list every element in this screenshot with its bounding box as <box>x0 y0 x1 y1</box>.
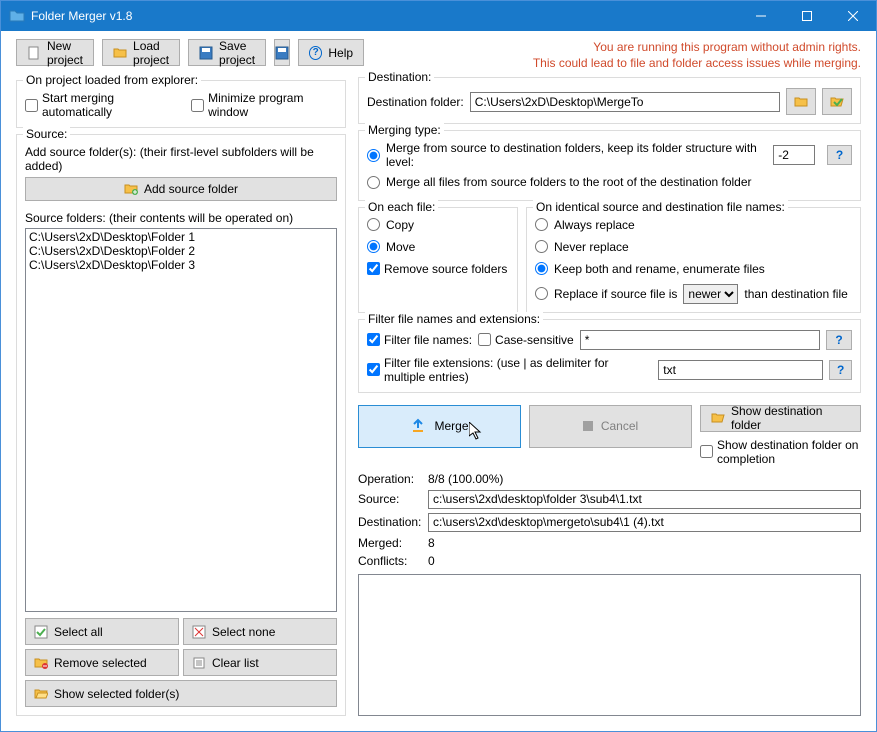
window-title: Folder Merger v1.8 <box>31 9 132 23</box>
folder-add-icon <box>124 182 138 196</box>
source-list-label: Source folders: (their contents will be … <box>25 211 337 225</box>
select-none-button[interactable]: Select none <box>183 618 337 645</box>
filter-ext-checkbox[interactable]: Filter file extensions: (use | as delimi… <box>367 356 652 384</box>
remove-selected-button[interactable]: Remove selected <box>25 649 179 676</box>
filter-names-help-button[interactable]: ? <box>826 330 852 350</box>
dest-folder-input[interactable] <box>470 92 780 112</box>
merged-label: Merged: <box>358 536 428 550</box>
admin-warning: You are running this program without adm… <box>358 39 861 71</box>
list-item[interactable]: C:\Users\2xD\Desktop\Folder 3 <box>27 258 335 272</box>
source-value <box>428 490 861 509</box>
cursor-icon <box>469 422 485 442</box>
show-dest-folder-button[interactable]: Show destination folder <box>700 405 861 432</box>
onload-group: On project loaded from explorer: Start m… <box>16 80 346 128</box>
select-none-icon <box>192 625 206 639</box>
merge-button[interactable]: Merge <box>358 405 521 448</box>
list-item[interactable]: C:\Users\2xD\Desktop\Folder 1 <box>27 230 335 244</box>
filter-names-checkbox[interactable]: Filter file names: <box>367 333 472 347</box>
folder-open-icon <box>711 411 725 425</box>
move-radio[interactable]: Move <box>367 240 415 254</box>
keep-both-radio[interactable]: Keep both and rename, enumerate files <box>535 262 765 276</box>
log-output[interactable] <box>358 574 861 716</box>
remove-source-checkbox[interactable]: Remove source folders <box>367 262 507 276</box>
identical-names-group: On identical source and destination file… <box>526 207 861 313</box>
select-all-button[interactable]: Select all <box>25 618 179 645</box>
always-replace-radio[interactable]: Always replace <box>535 218 635 232</box>
help-button[interactable]: ? Help <box>298 39 364 66</box>
clear-icon <box>192 656 206 670</box>
source-label: Source: <box>358 492 428 506</box>
never-replace-radio[interactable]: Never replace <box>535 240 629 254</box>
add-source-folder-button[interactable]: Add source folder <box>25 177 337 201</box>
maximize-button[interactable] <box>784 1 830 31</box>
destination-group: Destination: Destination folder: <box>358 77 861 124</box>
open-dest-button[interactable] <box>822 88 852 115</box>
browse-dest-button[interactable] <box>786 88 816 115</box>
merge-to-root-radio[interactable]: Merge all files from source folders to t… <box>367 175 752 189</box>
show-on-completion-checkbox[interactable]: Show destination folder on completion <box>700 438 861 466</box>
select-all-icon <box>34 625 48 639</box>
start-auto-checkbox[interactable]: Start merging automatically <box>25 91 177 119</box>
save-icon <box>199 46 213 60</box>
dest-folder-label: Destination folder: <box>367 95 464 109</box>
folder-open-icon <box>34 687 48 701</box>
load-project-button[interactable]: Load project <box>102 39 180 66</box>
minimize-window-checkbox[interactable]: Minimize program window <box>191 91 337 119</box>
help-icon: ? <box>309 46 322 60</box>
new-project-button[interactable]: New project <box>16 39 94 66</box>
add-source-hint: Add source folder(s): (their first-level… <box>25 145 337 173</box>
save-unnamed-button[interactable] <box>274 39 290 66</box>
stop-icon <box>583 421 593 431</box>
merge-keep-structure-radio[interactable]: Merge from source to destination folders… <box>367 141 767 169</box>
dest-value <box>428 513 861 532</box>
compare-select[interactable]: newer <box>683 284 738 304</box>
structure-level-input[interactable] <box>773 145 815 165</box>
filter-group: Filter file names and extensions: Filter… <box>358 319 861 393</box>
minimize-button[interactable] <box>738 1 784 31</box>
source-group: Source: Add source folder(s): (their fir… <box>16 134 346 716</box>
operation-label: Operation: <box>358 472 428 486</box>
cancel-button[interactable]: Cancel <box>529 405 692 448</box>
merged-value: 8 <box>428 536 861 550</box>
on-each-file-group: On each file: Copy Move Remove source fo… <box>358 207 518 313</box>
operation-value: 8/8 (100.00%) <box>428 472 861 486</box>
merge-icon <box>410 418 426 434</box>
filter-ext-help-button[interactable]: ? <box>829 360 852 380</box>
merge-type-group: Merging type: Merge from source to desti… <box>358 130 861 201</box>
show-selected-folders-button[interactable]: Show selected folder(s) <box>25 680 337 707</box>
close-button[interactable] <box>830 1 876 31</box>
source-folders-list[interactable]: C:\Users\2xD\Desktop\Folder 1 C:\Users\2… <box>25 228 337 612</box>
remove-icon <box>34 656 48 670</box>
case-sensitive-checkbox[interactable]: Case-sensitive <box>478 333 574 347</box>
folder-open-icon <box>113 46 127 60</box>
filter-ext-input[interactable] <box>658 360 823 380</box>
file-icon <box>27 46 41 60</box>
replace-if-radio[interactable]: Replace if source file is <box>535 287 677 301</box>
dest-label: Destination: <box>358 515 428 529</box>
merge-type-help-button[interactable]: ? <box>827 145 852 165</box>
conflicts-label: Conflicts: <box>358 554 428 568</box>
copy-radio[interactable]: Copy <box>367 218 414 232</box>
titlebar: Folder Merger v1.8 <box>1 1 876 31</box>
save-project-button[interactable]: Save project <box>188 39 266 66</box>
app-icon <box>9 8 25 24</box>
list-item[interactable]: C:\Users\2xD\Desktop\Folder 2 <box>27 244 335 258</box>
clear-list-button[interactable]: Clear list <box>183 649 337 676</box>
conflicts-value: 0 <box>428 554 861 568</box>
filter-names-input[interactable] <box>580 330 820 350</box>
